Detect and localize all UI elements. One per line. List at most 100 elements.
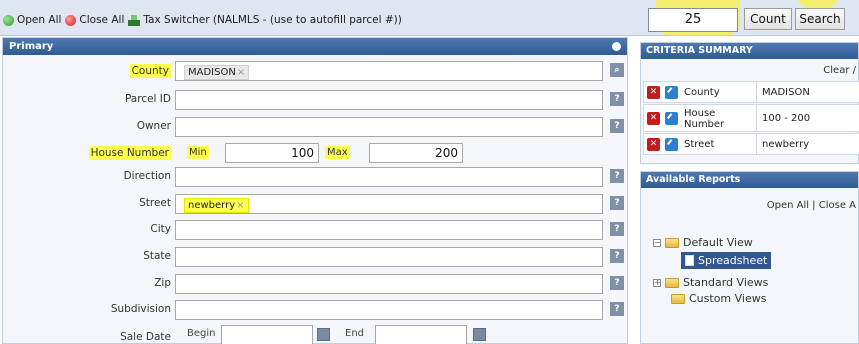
- criteria-row-street: ✕ Street newberry: [643, 133, 859, 155]
- close-all-icon: [65, 14, 77, 26]
- street-row: Street newberry× ?: [3, 193, 627, 215]
- edit-criteria-icon[interactable]: [665, 86, 678, 99]
- tree-node-spreadsheet[interactable]: Spreadsheet: [681, 252, 772, 269]
- subdivision-input[interactable]: [175, 300, 603, 320]
- tree-node-default-view[interactable]: − Default View: [653, 236, 753, 249]
- search-button[interactable]: Search: [795, 8, 845, 30]
- street-tag[interactable]: newberry×: [184, 198, 249, 213]
- tree-label: Custom Views: [689, 292, 767, 305]
- state-help-icon[interactable]: ?: [610, 249, 624, 263]
- county-tag[interactable]: MADISON×: [184, 65, 250, 80]
- direction-label: Direction: [123, 170, 171, 182]
- street-tag-text: newberry: [188, 200, 236, 211]
- tree-node-standard-views[interactable]: + Standard Views: [653, 276, 768, 289]
- primary-panel: Primary County MADISON× ⌕ Parcel ID ? Ow…: [2, 37, 628, 344]
- edit-criteria-icon[interactable]: [665, 138, 678, 151]
- street-label: Street: [139, 197, 171, 209]
- direction-help-icon[interactable]: ?: [610, 169, 624, 183]
- criteria-row-house-number: ✕ House Number 100 - 200: [643, 104, 859, 132]
- clear-link[interactable]: Clear /: [823, 65, 856, 76]
- criteria-key: House Number: [684, 108, 725, 130]
- owner-label: Owner: [136, 120, 171, 132]
- criteria-value: 100 - 200: [762, 113, 811, 124]
- city-input[interactable]: [175, 220, 603, 240]
- expand-toggle-icon[interactable]: +: [653, 278, 661, 287]
- criteria-summary-header: CRITERIA SUMMARY: [641, 43, 858, 59]
- reports-open-close-links[interactable]: Open All | Close A: [767, 200, 856, 211]
- criteria-divider: [756, 134, 757, 154]
- close-all-button[interactable]: Close All: [65, 14, 124, 26]
- tax-switcher-button[interactable]: Tax Switcher (NALMLS - (use to autofill …: [128, 14, 402, 26]
- parcel-id-help-icon[interactable]: ?: [610, 92, 624, 106]
- primary-header-title: Primary: [9, 41, 54, 52]
- tax-switcher-icon: [128, 14, 141, 26]
- zip-row: Zip ?: [3, 273, 627, 295]
- begin-label: Begin: [187, 328, 216, 339]
- end-calendar-icon[interactable]: [473, 328, 486, 341]
- criteria-key: County: [684, 87, 720, 98]
- edit-criteria-icon[interactable]: [665, 112, 678, 125]
- collapse-toggle-icon[interactable]: −: [653, 238, 661, 247]
- end-label: End: [345, 328, 365, 339]
- city-help-icon[interactable]: ?: [610, 222, 624, 236]
- state-label: State: [143, 250, 171, 262]
- parcel-id-input[interactable]: [175, 90, 603, 110]
- folder-icon: [665, 277, 679, 288]
- subdivision-help-icon[interactable]: ?: [610, 302, 624, 316]
- criteria-divider: [756, 82, 757, 102]
- primary-header[interactable]: Primary: [3, 38, 627, 55]
- zip-label: Zip: [154, 277, 171, 289]
- county-tag-remove-icon[interactable]: ×: [237, 67, 245, 78]
- tree-label: Spreadsheet: [698, 254, 768, 267]
- house-number-min-input[interactable]: 100: [225, 143, 319, 163]
- subdivision-label: Subdivision: [110, 303, 171, 315]
- zip-help-icon[interactable]: ?: [610, 276, 624, 290]
- state-input[interactable]: [175, 247, 603, 267]
- folder-icon: [665, 237, 679, 248]
- toolbar-actions: Open All Close All Tax Switcher (NALMLS …: [3, 14, 402, 26]
- sale-date-end-input[interactable]: [375, 325, 467, 344]
- street-help-icon[interactable]: ?: [610, 196, 624, 210]
- count-button[interactable]: Count: [744, 8, 792, 30]
- owner-row: Owner ?: [3, 116, 627, 138]
- sale-date-begin-input[interactable]: [221, 325, 313, 344]
- criteria-summary-panel: CRITERIA SUMMARY Clear / ✕ County MADISO…: [640, 42, 859, 164]
- county-input[interactable]: MADISON×: [175, 61, 603, 81]
- direction-input[interactable]: [175, 167, 603, 187]
- city-row: City ?: [3, 219, 627, 241]
- sale-date-row: Sale Date Begin End: [3, 325, 627, 344]
- min-label: Min: [187, 146, 209, 159]
- zip-input[interactable]: [175, 274, 603, 294]
- owner-help-icon[interactable]: ?: [610, 119, 624, 133]
- direction-row: Direction ?: [3, 166, 627, 188]
- begin-calendar-icon[interactable]: [317, 328, 330, 341]
- house-number-max-input[interactable]: 200: [369, 143, 463, 163]
- street-input[interactable]: newberry×: [175, 194, 603, 214]
- open-all-label: Open All: [17, 14, 62, 26]
- state-row: State ?: [3, 246, 627, 268]
- toolbar: Open All Close All Tax Switcher (NALMLS …: [0, 0, 859, 36]
- criteria-value: MADISON: [762, 87, 810, 98]
- spreadsheet-selected[interactable]: Spreadsheet: [681, 252, 772, 269]
- tax-switcher-label: Tax Switcher (NALMLS - (use to autofill …: [143, 14, 402, 26]
- street-tag-remove-icon[interactable]: ×: [236, 200, 244, 211]
- parcel-id-row: Parcel ID ?: [3, 89, 627, 111]
- criteria-key: Street: [684, 139, 715, 150]
- sale-date-label: Sale Date: [120, 331, 171, 343]
- close-all-label: Close All: [79, 14, 125, 26]
- collapse-icon[interactable]: [612, 42, 621, 51]
- open-all-icon: [3, 14, 14, 26]
- remove-criteria-icon[interactable]: ✕: [647, 86, 660, 99]
- open-all-button[interactable]: Open All: [3, 14, 61, 26]
- folder-icon: [671, 293, 685, 304]
- remove-criteria-icon[interactable]: ✕: [647, 138, 660, 151]
- count-input[interactable]: 25: [648, 8, 738, 32]
- county-tag-text: MADISON: [188, 67, 236, 78]
- county-row: County MADISON× ⌕: [3, 60, 627, 82]
- city-label: City: [150, 223, 171, 235]
- tree-node-custom-views[interactable]: Custom Views: [671, 292, 766, 305]
- owner-input[interactable]: [175, 117, 603, 137]
- county-lookup-icon[interactable]: ⌕: [610, 63, 624, 77]
- house-number-label: House Number: [88, 146, 171, 160]
- remove-criteria-icon[interactable]: ✕: [647, 112, 660, 125]
